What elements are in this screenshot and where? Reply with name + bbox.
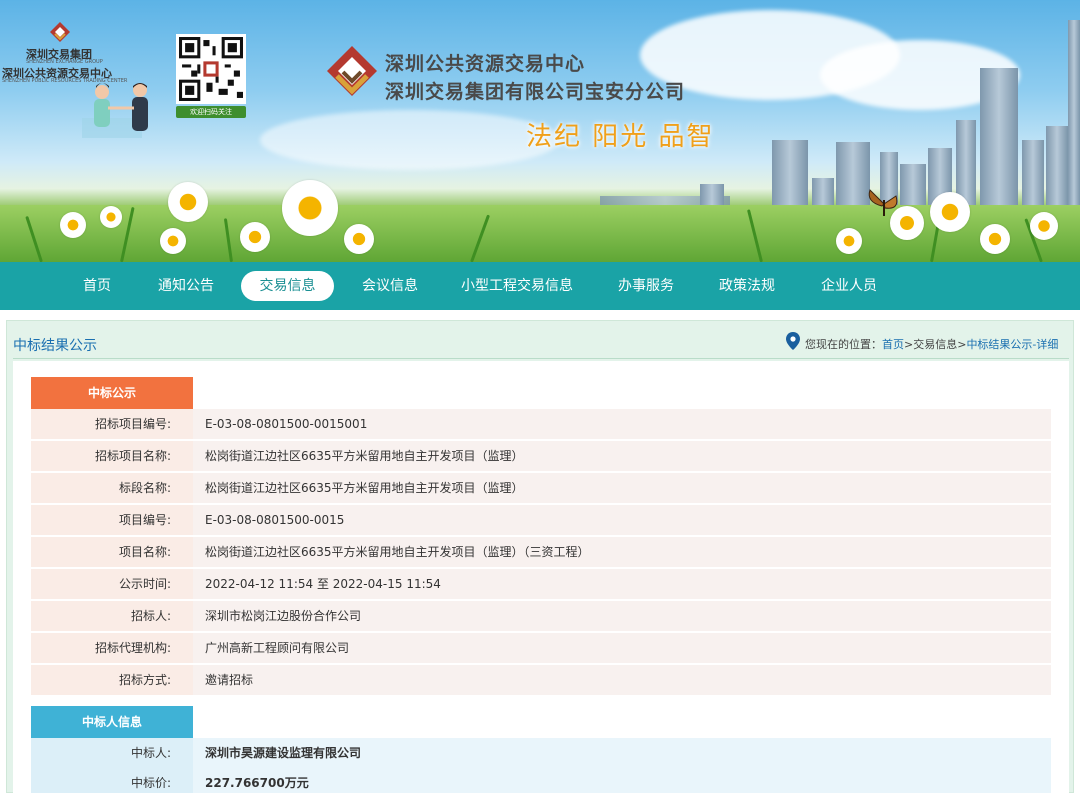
daisy-icon xyxy=(836,228,862,254)
daisy-icon xyxy=(168,182,208,222)
row-label: 招标方式: xyxy=(31,665,193,695)
row-value: 深圳市松岗江边股份合作公司 xyxy=(193,601,1051,631)
row-label: 招标人: xyxy=(31,601,193,631)
table-row: 招标人: 深圳市松岗江边股份合作公司 xyxy=(31,601,1051,631)
row-value: E-03-08-0801500-0015001 xyxy=(193,409,1051,439)
building-graphic xyxy=(1068,20,1080,210)
table-row: 招标代理机构: 广州高新工程顾问有限公司 xyxy=(31,633,1051,663)
section-title: 中标结果公示 xyxy=(13,338,97,354)
nav-item-small-projects[interactable]: 小型工程交易信息 xyxy=(452,271,582,301)
breadcrumb-home-link[interactable]: 首页 xyxy=(882,338,904,351)
group-logo-mark-icon xyxy=(50,22,70,42)
breadcrumb-current-link[interactable]: 中标结果公示-详细 xyxy=(966,338,1058,351)
building-graphic xyxy=(1046,126,1068,210)
table-row: 项目名称: 松岗街道江边社区6635平方米留用地自主开发项目（监理）（三资工程） xyxy=(31,537,1051,567)
row-label: 项目编号: xyxy=(31,505,193,535)
daisy-icon xyxy=(240,222,270,252)
daisy-icon xyxy=(980,224,1010,254)
org-name-line2: 深圳交易集团有限公司宝安分公司 xyxy=(385,81,686,103)
header-banner: 深圳交易集团 SHENZHEN EXCHANGE GROUP 深圳公共资源交易中… xyxy=(0,0,1080,262)
nav-item-home[interactable]: 首页 xyxy=(66,271,128,301)
nav-item-trade-info[interactable]: 交易信息 xyxy=(241,271,334,301)
building-graphic xyxy=(1022,140,1044,210)
row-value: 松岗街道江边社区6635平方米留用地自主开发项目（监理） xyxy=(193,441,1051,471)
row-label: 招标项目名称: xyxy=(31,441,193,471)
qr-caption: 欢迎扫码关注 xyxy=(176,106,246,118)
daisy-icon xyxy=(344,224,374,254)
row-label: 中标价: xyxy=(31,768,193,793)
daisy-icon xyxy=(160,228,186,254)
slogan: 法纪 阳光 品智 xyxy=(526,122,715,152)
nav-item-meetings[interactable]: 会议信息 xyxy=(352,271,428,301)
row-value: 深圳市昊源建设监理有限公司 xyxy=(193,738,1051,768)
row-value: 2022-04-12 11:54 至 2022-04-15 11:54 xyxy=(193,569,1051,599)
row-value: 松岗街道江边社区6635平方米留用地自主开发项目（监理） xyxy=(193,473,1051,503)
nav-item-policies[interactable]: 政策法规 xyxy=(709,271,785,301)
winner-tag: 中标人信息 xyxy=(31,706,193,738)
row-label: 公示时间: xyxy=(31,569,193,599)
location-pin-icon xyxy=(786,332,800,350)
service-staff-illustration xyxy=(82,83,148,138)
row-value: 松岗街道江边社区6635平方米留用地自主开发项目（监理）（三资工程） xyxy=(193,537,1051,567)
daisy-icon xyxy=(60,212,86,238)
nav-item-notices[interactable]: 通知公告 xyxy=(148,271,224,301)
row-label: 中标人: xyxy=(31,738,193,768)
row-label: 项目名称: xyxy=(31,537,193,567)
breadcrumb-bar: 中标结果公示 您现在的位置：首页>交易信息>中标结果公示-详细 xyxy=(13,327,1069,359)
daisy-icon xyxy=(100,206,122,228)
breadcrumb: 您现在的位置：首页>交易信息>中标结果公示-详细 xyxy=(805,336,1058,352)
row-label: 招标项目编号: xyxy=(31,409,193,439)
qr-code-icon[interactable] xyxy=(176,34,246,104)
daisy-icon xyxy=(930,192,970,232)
main-nav: 首页 通知公告 交易信息 会议信息 小型工程交易信息 办事服务 政策法规 企业人… xyxy=(0,262,1080,310)
nav-item-services[interactable]: 办事服务 xyxy=(608,271,684,301)
row-value: E-03-08-0801500-0015 xyxy=(193,505,1051,535)
table-row: 标段名称: 松岗街道江边社区6635平方米留用地自主开发项目（监理） xyxy=(31,473,1051,503)
building-graphic xyxy=(772,140,808,210)
building-graphic xyxy=(836,142,870,210)
org-name-line1: 深圳公共资源交易中心 xyxy=(385,53,586,75)
row-value: 邀请招标 xyxy=(193,665,1051,695)
cloud-decoration xyxy=(260,110,560,170)
table-row: 公示时间: 2022-04-12 11:54 至 2022-04-15 11:5… xyxy=(31,569,1051,599)
table-row: 招标项目名称: 松岗街道江边社区6635平方米留用地自主开发项目（监理） xyxy=(31,441,1051,471)
daisy-icon xyxy=(1030,212,1058,240)
breadcrumb-separator: > xyxy=(904,338,914,351)
row-value: 227.766700万元 xyxy=(193,768,1051,793)
org-logo-mark-icon xyxy=(327,46,377,96)
table-row: 中标人: 深圳市昊源建设监理有限公司 xyxy=(31,738,1051,768)
row-label: 标段名称: xyxy=(31,473,193,503)
butterfly-icon xyxy=(868,189,898,216)
row-value: 广州高新工程顾问有限公司 xyxy=(193,633,1051,663)
breadcrumb-trade-link[interactable]: 交易信息 xyxy=(913,338,957,351)
table-row: 项目编号: E-03-08-0801500-0015 xyxy=(31,505,1051,535)
breadcrumb-prefix: 您现在的位置： xyxy=(805,338,882,351)
detail-panel: 中标公示 招标项目编号: E-03-08-0801500-0015001 招标项… xyxy=(13,361,1069,793)
row-label: 招标代理机构: xyxy=(31,633,193,663)
building-graphic xyxy=(980,68,1018,210)
content-area: 中标结果公示 您现在的位置：首页>交易信息>中标结果公示-详细 中标公示 招标项… xyxy=(6,320,1074,793)
table-row: 招标方式: 邀请招标 xyxy=(31,665,1051,695)
nav-item-enterprise-staff[interactable]: 企业人员 xyxy=(811,271,887,301)
building-graphic xyxy=(900,164,926,210)
table-row: 招标项目编号: E-03-08-0801500-0015001 xyxy=(31,409,1051,439)
announcement-tag: 中标公示 xyxy=(31,377,193,409)
table-row: 中标价: 227.766700万元 xyxy=(31,768,1051,793)
daisy-icon xyxy=(282,180,338,236)
